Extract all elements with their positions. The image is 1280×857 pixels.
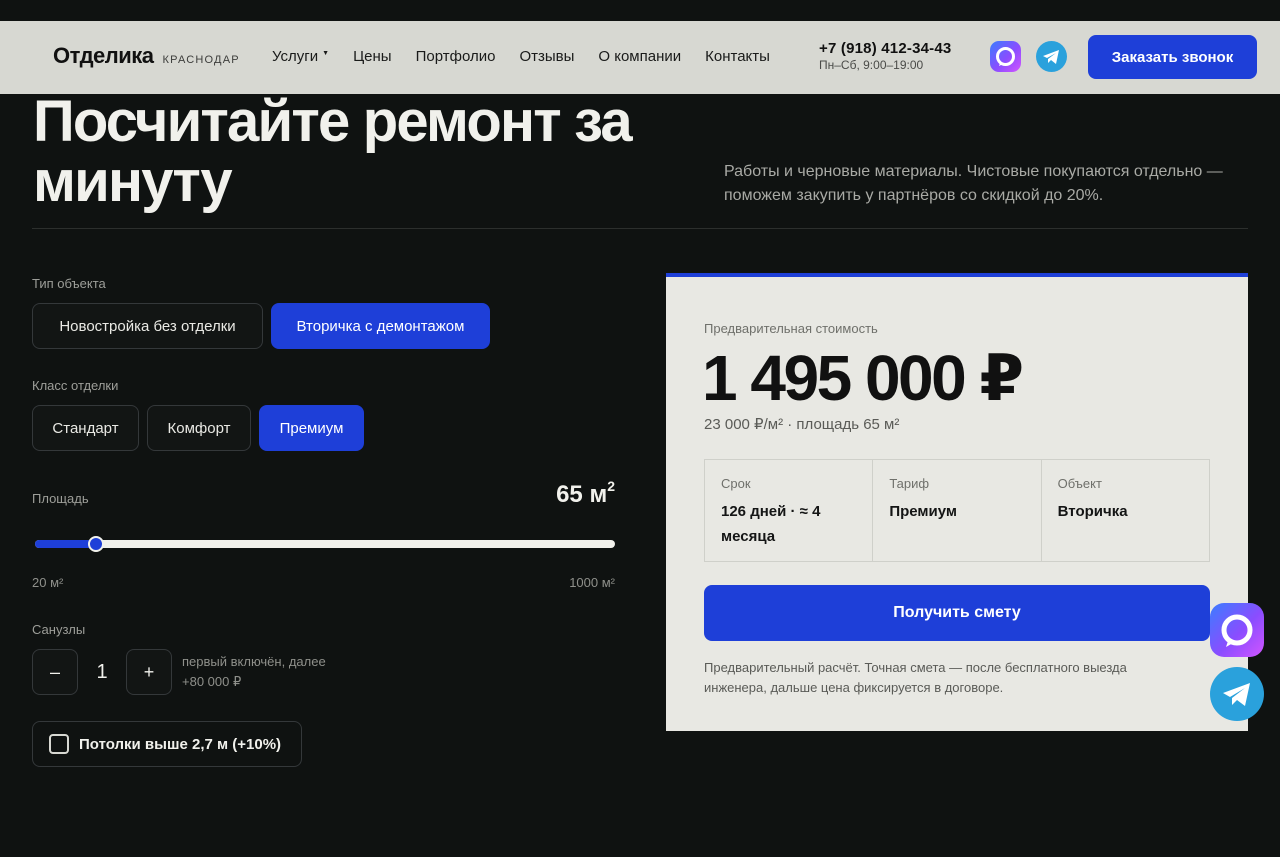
- price-per-meter: 23 000 ₽/м² · площадь 65 м²: [704, 416, 900, 433]
- main-nav: Услуги ▼ Цены Портфолио Отзывы О компани…: [272, 48, 770, 65]
- bathrooms-minus-button[interactable]: –: [32, 649, 78, 695]
- object-type-secondary-chip[interactable]: Вторичка с демонтажом: [271, 303, 490, 349]
- working-hours: Пн–Сб, 9:00–19:00: [819, 58, 924, 72]
- info-cell-object: Объект Вторичка: [1042, 460, 1209, 561]
- nav-item-label: О компании: [598, 48, 682, 65]
- price-label: Предварительная стоимость: [704, 321, 878, 336]
- nav-item-label: Контакты: [705, 48, 770, 65]
- nav-item-prices[interactable]: Цены: [353, 48, 392, 65]
- nav-item-reviews[interactable]: Отзывы: [519, 48, 574, 65]
- area-min-label: 20 м²: [32, 575, 64, 590]
- total-price: 1 495 000 ₽: [702, 342, 1024, 414]
- object-type-newbuild-chip[interactable]: Новостройка без отделки: [32, 303, 263, 349]
- area-slider-thumb[interactable]: [87, 536, 104, 552]
- hero-subtitle: Работы и черновые материалы. Чистовые по…: [724, 163, 1223, 204]
- finish-class-label: Класс отделки: [32, 378, 119, 393]
- float-max-messenger-icon[interactable]: [1210, 603, 1264, 657]
- area-value: 65 м2: [480, 478, 615, 509]
- bathrooms-count: 1: [96, 660, 108, 683]
- brand-name: Отделика: [53, 43, 154, 68]
- info-value: Вторичка: [1057, 503, 1128, 520]
- float-telegram-icon[interactable]: [1210, 667, 1264, 721]
- bathrooms-plus-button[interactable]: +: [126, 649, 172, 695]
- info-value: Премиум: [889, 503, 957, 520]
- ceilings-checkbox[interactable]: [49, 734, 69, 754]
- area-slider[interactable]: [35, 536, 615, 552]
- result-info-grid: Срок 126 дней · ≈ 4 месяца Тариф Премиум…: [704, 459, 1210, 562]
- info-value: 126 дней · ≈ 4 месяца: [721, 503, 821, 545]
- area-max-label: 1000 м²: [569, 575, 615, 590]
- telegram-icon[interactable]: [1036, 41, 1067, 72]
- nav-item-label: Услуги: [272, 48, 319, 65]
- order-call-button[interactable]: Заказать звонок: [1088, 35, 1257, 79]
- info-key: Объект: [1057, 476, 1102, 491]
- result-card: Предварительная стоимость 1 495 000 ₽ 23…: [666, 273, 1248, 731]
- caret-down-icon: ▼: [322, 50, 330, 57]
- info-key: Срок: [721, 476, 751, 491]
- phone-number[interactable]: +7 (918) 412-34-43: [819, 40, 951, 57]
- ceilings-checkbox-label: Потолки выше 2,7 м (+10%): [79, 735, 282, 753]
- max-messenger-icon[interactable]: [990, 41, 1021, 72]
- info-cell-duration: Срок 126 дней · ≈ 4 месяца: [705, 460, 874, 561]
- info-key: Тариф: [889, 476, 930, 491]
- bathrooms-note: первый включён, далее +80 000 ₽: [182, 652, 326, 692]
- area-unit-sup: 2: [607, 478, 615, 494]
- finish-comfort-chip[interactable]: Комфорт: [147, 405, 251, 451]
- nav-item-contacts[interactable]: Контакты: [705, 48, 770, 65]
- page-title: Посчитайте ремонт за минуту: [33, 89, 633, 214]
- nav-item-label: Портфолио: [415, 48, 496, 65]
- bathrooms-note-line2: +80 000 ₽: [182, 674, 242, 689]
- ceilings-checkbox-row[interactable]: Потолки выше 2,7 м (+10%): [32, 721, 302, 767]
- area-unit: м: [589, 481, 608, 508]
- area-label: Площадь: [32, 491, 89, 506]
- get-estimate-button[interactable]: Получить смету: [704, 585, 1210, 641]
- nav-item-about[interactable]: О компании: [598, 48, 681, 65]
- estimate-note: Предварительный расчёт. Точная смета — п…: [704, 660, 1127, 695]
- site-header: Отделика КРАСНОДАР Услуги ▼ Цены Портфол…: [0, 21, 1280, 94]
- phone-block[interactable]: +7 (918) 412-34-43 Пн–Сб, 9:00–19:00: [819, 40, 951, 72]
- finish-premium-chip[interactable]: Премиум: [259, 405, 364, 451]
- info-cell-tariff: Тариф Премиум: [873, 460, 1042, 561]
- object-type-label: Тип объекта: [32, 276, 106, 291]
- bathrooms-note-line1: первый включён, далее: [182, 654, 326, 669]
- brand-logo[interactable]: Отделика КРАСНОДАР: [53, 43, 240, 69]
- nav-item-label: Отзывы: [519, 48, 575, 65]
- area-slider-fill: [35, 540, 96, 548]
- section-divider: [32, 228, 1248, 229]
- nav-item-portfolio[interactable]: Портфолио: [416, 48, 496, 65]
- finish-standard-chip[interactable]: Стандарт: [32, 405, 139, 451]
- nav-item-services[interactable]: Услуги ▼: [272, 48, 329, 65]
- area-number: 65: [556, 481, 583, 508]
- bathrooms-label: Санузлы: [32, 622, 86, 637]
- brand-city: КРАСНОДАР: [162, 54, 240, 66]
- nav-item-label: Цены: [353, 48, 392, 65]
